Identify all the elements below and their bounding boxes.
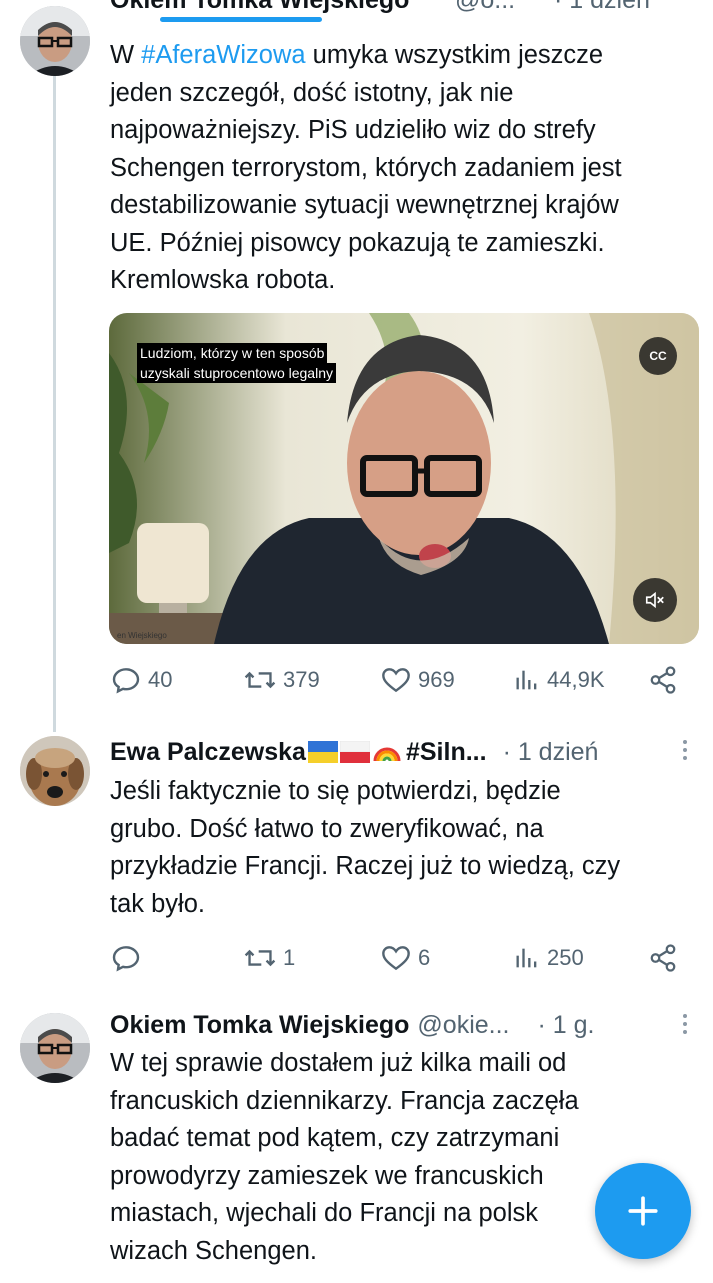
retweet-count: 1 [283, 945, 296, 970]
tweet-2-line: grubo. Dość łatwo to zweryfikować, na [110, 814, 544, 843]
rainbow-icon [373, 747, 401, 762]
retweet-button[interactable]: 1 [243, 940, 295, 976]
retweet-icon [244, 671, 276, 689]
video-watermark: en Wiejskiego [117, 631, 167, 640]
tweet-2-actions: 1 6 250 [110, 940, 680, 976]
closed-captions-button[interactable]: CC [639, 337, 677, 375]
more-options-icon[interactable] [680, 1014, 690, 1034]
views-bar-icon [516, 670, 537, 690]
tweet-1-line: Schengen terrorystom, których zadaniem j… [110, 153, 622, 182]
tweet-1-line: jeden szczegół, dość istotny, jak nie [110, 78, 514, 107]
retweet-count: 379 [283, 667, 320, 692]
plus-icon [628, 1196, 658, 1226]
video-caption: Ludziom, którzy w ten sposób uzyskali st… [137, 343, 336, 383]
author-name[interactable]: Okiem Tomka Wiejskiego [110, 1011, 409, 1040]
tab-indicator [160, 17, 322, 22]
reply-icon [112, 946, 140, 972]
tweet-2-line: przykładzie Francji. Raczej już to wiedz… [110, 852, 621, 880]
clipped-handle: @o... [455, 0, 516, 14]
share-button[interactable] [648, 940, 678, 976]
thread-line [53, 72, 56, 732]
compose-tweet-button[interactable] [595, 1163, 691, 1259]
like-count: 969 [418, 667, 455, 692]
tweet-2-line: Jeśli faktycznie to się potwierdzi, będz… [110, 777, 561, 805]
reply-icon [112, 668, 140, 694]
tweet-3-line: badać temat pod kątem, czy zatrzymani [110, 1124, 560, 1152]
views-button[interactable]: 250 [513, 940, 584, 976]
tweet-1-text: W #AferaWizowa umyka wszystkim jeszcze j… [110, 37, 700, 300]
reply-count: 40 [148, 667, 173, 692]
tweet-2-header: Ewa Palczewska #Siln... · 1 dzień [110, 735, 598, 769]
more-options-icon[interactable] [680, 740, 690, 760]
avatar-ewa-palczewska[interactable] [20, 736, 90, 806]
clipped-header: Okiem Tomka Wiejskiego @o... · 1 dzień [0, 0, 713, 22]
tweet-1-line: Kremlowska robota. [110, 266, 336, 294]
views-button[interactable]: 44,9K [513, 662, 605, 698]
clipped-author-name: Okiem Tomka Wiejskiego [110, 0, 410, 14]
retweet-button[interactable]: 379 [243, 662, 320, 698]
views-bar-icon [516, 948, 537, 968]
caption-line: Ludziom, którzy w ten sposób [137, 343, 328, 363]
muted-speaker-icon [645, 591, 664, 609]
share-icon [650, 944, 676, 972]
ukraine-flag-icon [307, 741, 338, 763]
author-name-suffix: #Siln... [405, 737, 487, 766]
views-count: 44,9K [547, 667, 605, 692]
tweet-1-actions: 40 379 969 44,9K [110, 662, 680, 698]
tweet-time[interactable]: · 1 dzień [503, 738, 599, 767]
reply-button[interactable] [110, 940, 148, 976]
like-count: 6 [418, 945, 431, 970]
author-name[interactable]: Ewa Palczewska [110, 738, 306, 767]
tweet-3-header: Okiem Tomka Wiejskiego @okie... · 1 g. [110, 1008, 594, 1042]
avatar-okiem-tomka[interactable] [20, 6, 90, 76]
tweet-1-first-line-rest: umyka wszystkim jeszcze [305, 41, 604, 69]
reply-button[interactable]: 40 [110, 662, 172, 698]
tweet-2-text: Jeśli faktycznie to się potwierdzi, będz… [110, 773, 700, 923]
tweet-3-line: W tej sprawie dostałem już kilka maili o… [110, 1049, 567, 1077]
share-icon [650, 666, 676, 694]
retweet-icon [244, 949, 276, 967]
tweet-1-line: destabilizowanie sytuacji wewnętrznej kr… [110, 191, 619, 219]
tweet-1-line: najpoważniejszy. PiS udzieliło wiz do st… [110, 116, 596, 144]
tweet-1-prefix: W [110, 41, 142, 69]
avatar-okiem-tomka[interactable] [20, 1013, 90, 1083]
tweet-1-line: UE. Później pisowcy pokazują te zamieszk… [110, 228, 605, 257]
like-button[interactable]: 969 [380, 662, 455, 698]
tweet-time[interactable]: · 1 g. [538, 1011, 595, 1040]
views-count: 250 [547, 945, 584, 970]
tweet-3-line: francuskich dziennikarzy. Francja zaczęł… [110, 1086, 579, 1115]
heart-icon [382, 668, 410, 693]
caption-line: uzyskali stuprocentowo legalny [137, 363, 336, 383]
heart-icon [382, 946, 410, 971]
hashtag-link[interactable]: #AferaWizowa [141, 41, 305, 69]
video-player[interactable]: Ludziom, którzy w ten sposób uzyskali st… [109, 313, 699, 644]
tweet-2-line: tak było. [110, 889, 205, 918]
mute-button[interactable] [633, 578, 677, 622]
cc-label: CC [649, 349, 667, 363]
share-button[interactable] [648, 662, 678, 698]
clipped-time: · 1 dzień [554, 0, 650, 14]
author-handle[interactable]: @okie... [417, 1011, 509, 1040]
poland-flag-icon [339, 741, 370, 763]
like-button[interactable]: 6 [380, 940, 430, 976]
